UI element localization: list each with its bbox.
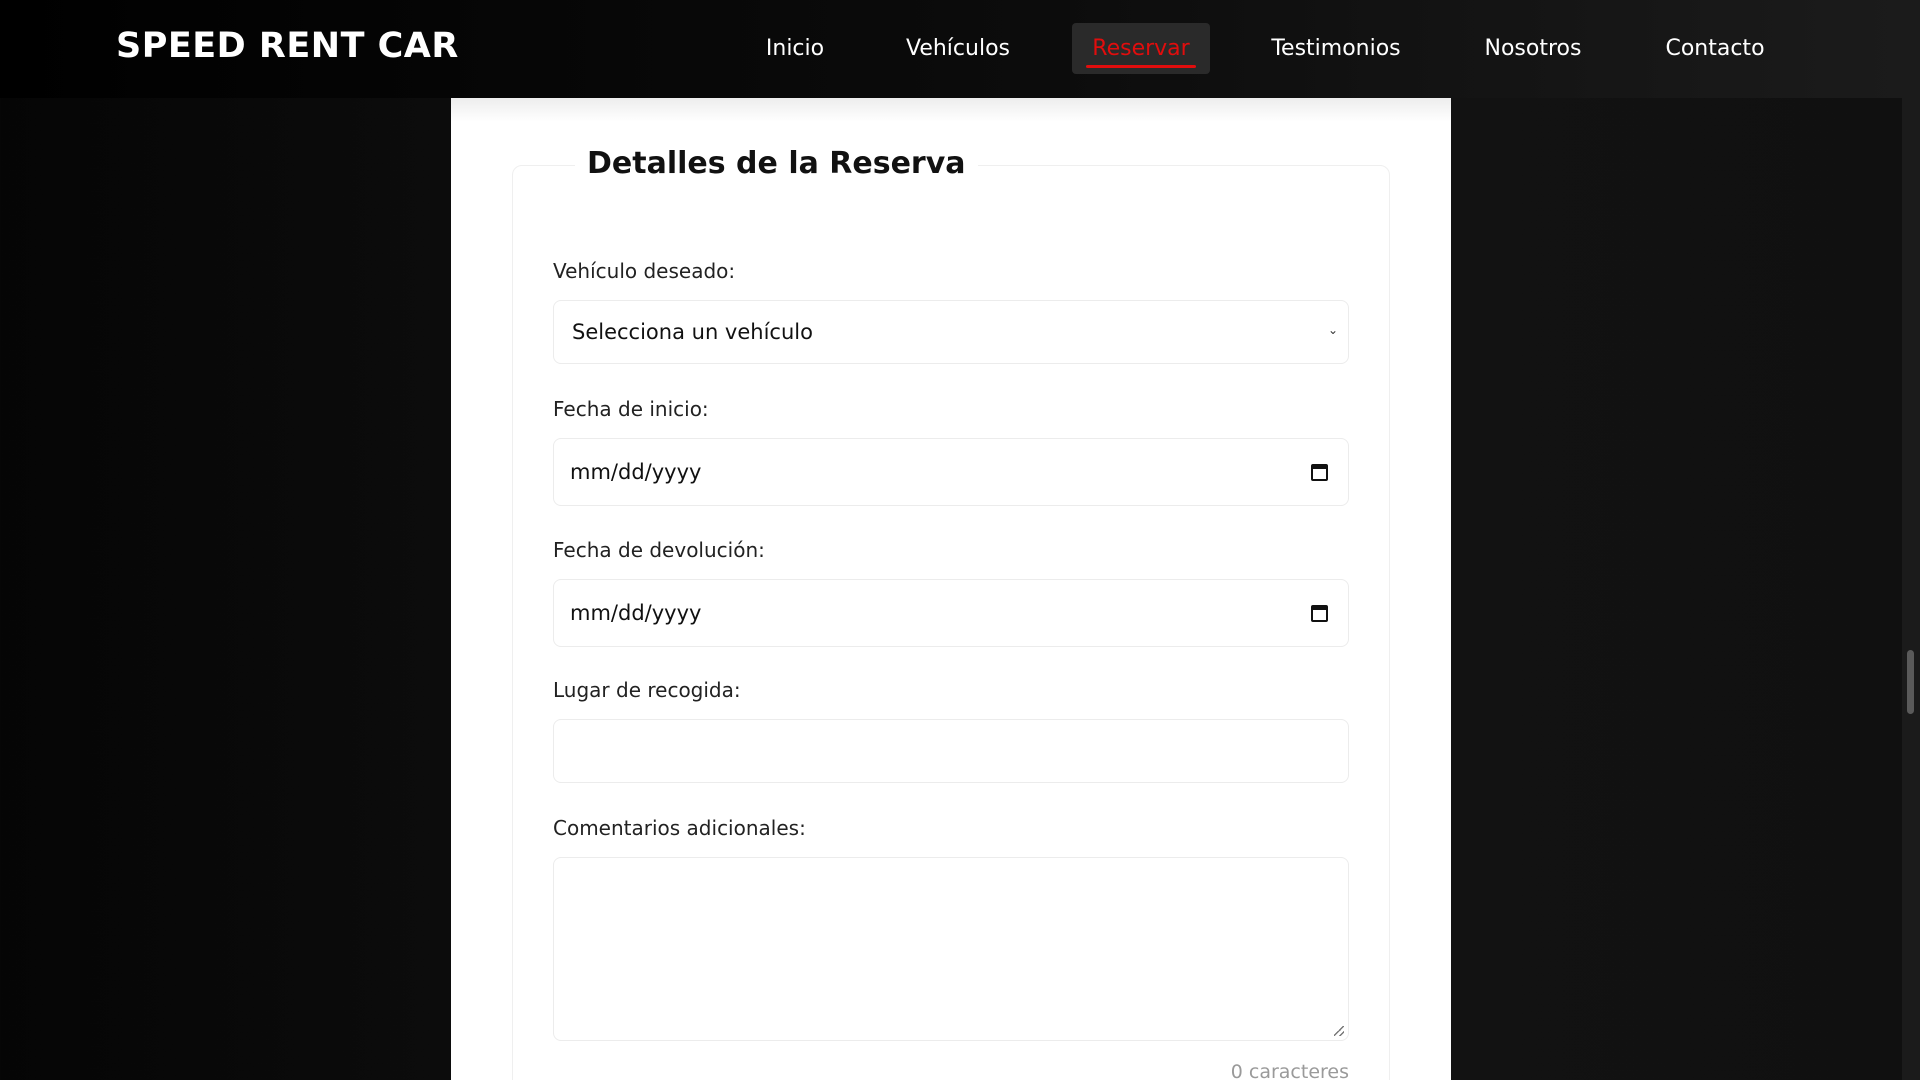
nav-item-label: Contacto	[1665, 36, 1765, 61]
nav-item-testimonios[interactable]: Testimonios	[1258, 23, 1414, 74]
return-date-input[interactable]: mm/dd/yyyy	[553, 579, 1349, 647]
pickup-location-input[interactable]	[553, 719, 1349, 783]
chevron-down-icon: ⌄	[1327, 323, 1338, 337]
brand-logo[interactable]: SPEED RENT CAR	[116, 26, 459, 66]
reservation-card: Detalles de la Reserva Vehículo deseado:…	[451, 98, 1451, 1080]
nav-item-label: Nosotros	[1484, 36, 1582, 61]
nav-item-vehiculos[interactable]: Vehículos	[886, 23, 1030, 74]
nav-item-label: Inicio	[765, 36, 825, 61]
active-nav-underline	[1086, 65, 1196, 68]
nav-item-label: Reservar	[1092, 36, 1190, 61]
calendar-icon[interactable]	[1311, 605, 1328, 622]
vehicle-select-value: Selecciona un vehículo	[572, 320, 813, 344]
page-scrollbar[interactable]	[1902, 0, 1920, 1080]
comments-label: Comentarios adicionales:	[553, 816, 806, 840]
vehicle-select[interactable]: Selecciona un vehículo ⌄	[553, 300, 1349, 364]
vehicle-label: Vehículo deseado:	[553, 259, 736, 283]
return-date-placeholder: mm/dd/yyyy	[570, 601, 702, 625]
comments-textarea[interactable]	[553, 857, 1349, 1041]
card-top-shadow	[451, 98, 1451, 122]
fieldset-legend: Detalles de la Reserva	[575, 146, 978, 181]
nav-item-label: Vehículos	[905, 36, 1010, 61]
resize-handle-icon[interactable]	[1334, 1026, 1344, 1036]
nav-item-nosotros[interactable]: Nosotros	[1474, 23, 1592, 74]
nav-item-contacto[interactable]: Contacto	[1654, 23, 1776, 74]
start-date-label: Fecha de inicio:	[553, 397, 709, 421]
start-date-placeholder: mm/dd/yyyy	[570, 460, 702, 484]
character-counter: 0 caracteres	[1230, 1061, 1349, 1080]
calendar-icon[interactable]	[1311, 464, 1328, 481]
nav-item-reservar[interactable]: Reservar	[1072, 23, 1210, 74]
start-date-input[interactable]: mm/dd/yyyy	[553, 438, 1349, 506]
reservation-details-fieldset: Detalles de la Reserva Vehículo deseado:…	[512, 146, 1390, 1080]
return-date-label: Fecha de devolución:	[553, 538, 765, 562]
nav-item-inicio[interactable]: Inicio	[750, 23, 840, 74]
scrollbar-thumb[interactable]	[1907, 650, 1914, 714]
top-navbar: SPEED RENT CAR Inicio Vehículos Reservar…	[0, 0, 1902, 98]
pickup-location-label: Lugar de recogida:	[553, 678, 741, 702]
nav-item-label: Testimonios	[1271, 36, 1401, 61]
